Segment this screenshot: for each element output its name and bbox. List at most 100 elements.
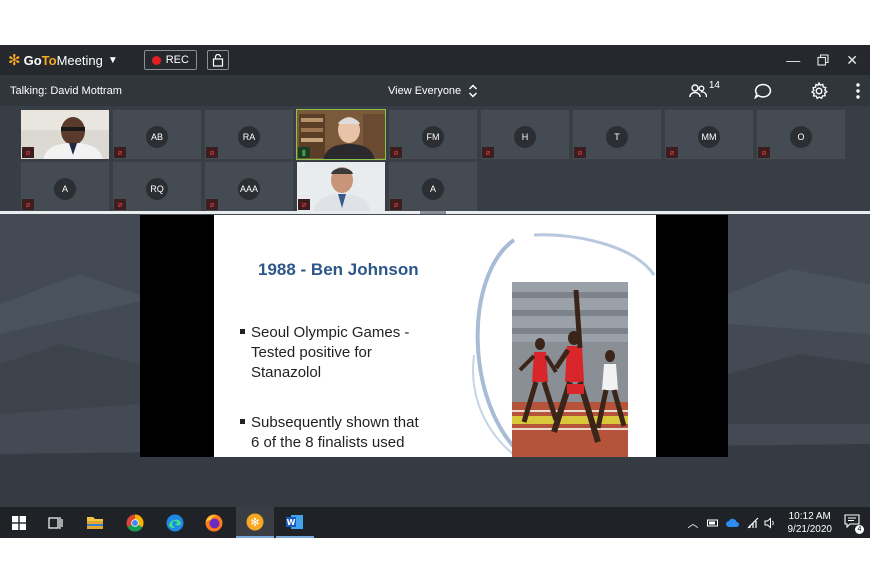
close-icon[interactable]: ✕	[846, 52, 858, 69]
participant-video	[297, 162, 385, 211]
participant-tile-3[interactable]: RA ⌀	[204, 109, 294, 160]
edge-icon	[166, 514, 184, 531]
record-label: REC	[165, 54, 189, 66]
participant-avatar: T	[606, 126, 628, 148]
participant-video	[297, 110, 385, 159]
slide-title: 1988 - Ben Johnson	[258, 260, 419, 279]
participant-tile-7[interactable]: T ⌀	[572, 109, 662, 160]
title-bar: ✻ Go To Meeting ▼ REC — ✕	[0, 45, 870, 75]
lock-icon	[212, 53, 224, 67]
taskbar-clock[interactable]: 10:12 AM 9/21/2020	[788, 510, 833, 536]
participant-tile-10[interactable]: A ⌀	[20, 161, 110, 212]
mic-muted-icon: ⌀	[758, 147, 770, 158]
app-menu[interactable]: ✻ Go To Meeting ▼	[8, 51, 118, 69]
app-name-meeting: Meeting	[56, 52, 103, 68]
participant-tile-2[interactable]: AB ⌀	[112, 109, 202, 160]
mic-muted-icon: ⌀	[482, 147, 494, 158]
app-name-to: To	[41, 52, 57, 68]
firefox-button[interactable]	[195, 507, 233, 538]
record-dot-icon	[151, 55, 161, 65]
participant-tile-13[interactable]: ⌀	[296, 161, 386, 212]
participant-tile-9[interactable]: O ⌀	[756, 109, 846, 160]
participant-tile-4[interactable]: ▮	[296, 109, 386, 160]
participant-avatar: AAA	[238, 178, 260, 200]
view-selector[interactable]: View Everyone	[388, 75, 478, 106]
participant-video	[21, 110, 109, 159]
more-options-button[interactable]	[856, 82, 860, 99]
network-icon[interactable]	[747, 517, 759, 529]
participant-avatar: FM	[422, 126, 444, 148]
windows-logo-icon	[12, 515, 26, 530]
gotomeeting-logo-icon: ✻	[8, 52, 21, 69]
notifications-button[interactable]: 4	[844, 513, 864, 534]
chat-button[interactable]	[754, 83, 772, 99]
bullet-2-line-1: Subsequently shown that	[251, 414, 419, 431]
settings-button[interactable]	[810, 81, 828, 100]
participant-tile-8[interactable]: MM ⌀	[664, 109, 754, 160]
caret-down-icon: ▼	[107, 54, 118, 66]
sprinter-photo	[512, 282, 628, 457]
bullet-square-icon	[240, 419, 245, 424]
mic-muted-icon: ⌀	[114, 199, 126, 210]
bullet-1-line-1: Seoul Olympic Games -	[251, 324, 410, 341]
talking-bar: Talking: David Mottram View Everyone 14	[0, 75, 870, 106]
mic-muted-icon: ⌀	[22, 147, 34, 158]
mic-muted-icon: ⌀	[390, 147, 402, 158]
bullet-square-icon	[240, 329, 245, 334]
mic-muted-icon: ⌀	[206, 199, 218, 210]
chevron-up-icon[interactable]: ︿	[688, 515, 699, 531]
participants-grid: ⌀ AB ⌀ RA ⌀ ▮ FM ⌀ H ⌀ T ⌀ MM ⌀ O ⌀ A ⌀ …	[0, 106, 870, 212]
clock-time: 10:12 AM	[788, 510, 831, 522]
word-icon: W	[286, 514, 303, 529]
svg-text:✻: ✻	[250, 516, 259, 529]
volume-icon[interactable]	[764, 516, 776, 529]
onedrive-cloud-icon[interactable]	[725, 518, 740, 527]
gotomeeting-icon: ✻	[246, 513, 264, 530]
task-view-button[interactable]	[36, 507, 74, 538]
participant-tile-6[interactable]: H ⌀	[480, 109, 570, 160]
participant-avatar: RQ	[146, 178, 168, 200]
participant-tile-1[interactable]: ⌀	[20, 109, 110, 160]
file-explorer-button[interactable]	[76, 507, 114, 538]
shared-screen: 1988 - Ben Johnson Seoul Olympic Games -…	[0, 214, 870, 507]
chat-icon	[754, 83, 772, 99]
slide-bullet-2: Subsequently shown that 6 of the 8 final…	[240, 413, 419, 453]
restore-icon[interactable]	[817, 54, 829, 66]
presentation-slide: 1988 - Ben Johnson Seoul Olympic Games -…	[214, 215, 656, 457]
mic-muted-icon: ⌀	[666, 147, 678, 158]
attendees-button[interactable]: 14	[688, 80, 720, 98]
talking-indicator: Talking: David Mottram	[10, 84, 122, 97]
start-button[interactable]	[0, 507, 38, 538]
task-view-icon	[48, 516, 63, 529]
record-button[interactable]: REC	[143, 50, 197, 70]
system-tray: ︿ 10:12 AM 9/21/2020 4	[688, 507, 870, 538]
firefox-icon	[205, 514, 223, 531]
chrome-icon	[126, 514, 144, 532]
folder-icon	[87, 517, 103, 529]
app-name-go: Go	[23, 52, 42, 68]
participant-avatar: A	[422, 178, 444, 200]
up-down-icon	[469, 83, 478, 98]
lock-meeting-button[interactable]	[206, 50, 229, 70]
participant-tile-12[interactable]: AAA ⌀	[204, 161, 294, 212]
bullet-1-line-2: Tested positive for	[251, 344, 372, 361]
windows-taskbar: ✻ W ︿ 10:12 AM 9/21/2020 4	[0, 507, 870, 538]
mic-muted-icon: ⌀	[22, 199, 34, 210]
screen: ✻ Go To Meeting ▼ REC — ✕ Talking: David M…	[0, 0, 870, 580]
mic-muted-icon: ⌀	[298, 199, 310, 210]
mic-muted-icon: ⌀	[114, 147, 126, 158]
edge-button[interactable]	[156, 507, 194, 538]
gotomeeting-taskbar-button[interactable]: ✻	[236, 507, 274, 538]
view-label: View Everyone	[388, 84, 462, 97]
more-vertical-icon	[856, 82, 860, 99]
minimize-icon[interactable]: —	[786, 52, 800, 68]
bullet-2-line-2: 6 of the 8 finalists used	[251, 434, 405, 451]
notification-count: 4	[855, 524, 864, 534]
participant-tile-11[interactable]: RQ ⌀	[112, 161, 202, 212]
word-button[interactable]: W	[276, 507, 314, 538]
window-controls: — ✕	[786, 45, 858, 75]
battery-icon[interactable]	[706, 518, 719, 528]
participant-tile-5[interactable]: FM ⌀	[388, 109, 478, 160]
participant-tile-14[interactable]: A ⌀	[388, 161, 478, 212]
chrome-button[interactable]	[116, 507, 154, 538]
